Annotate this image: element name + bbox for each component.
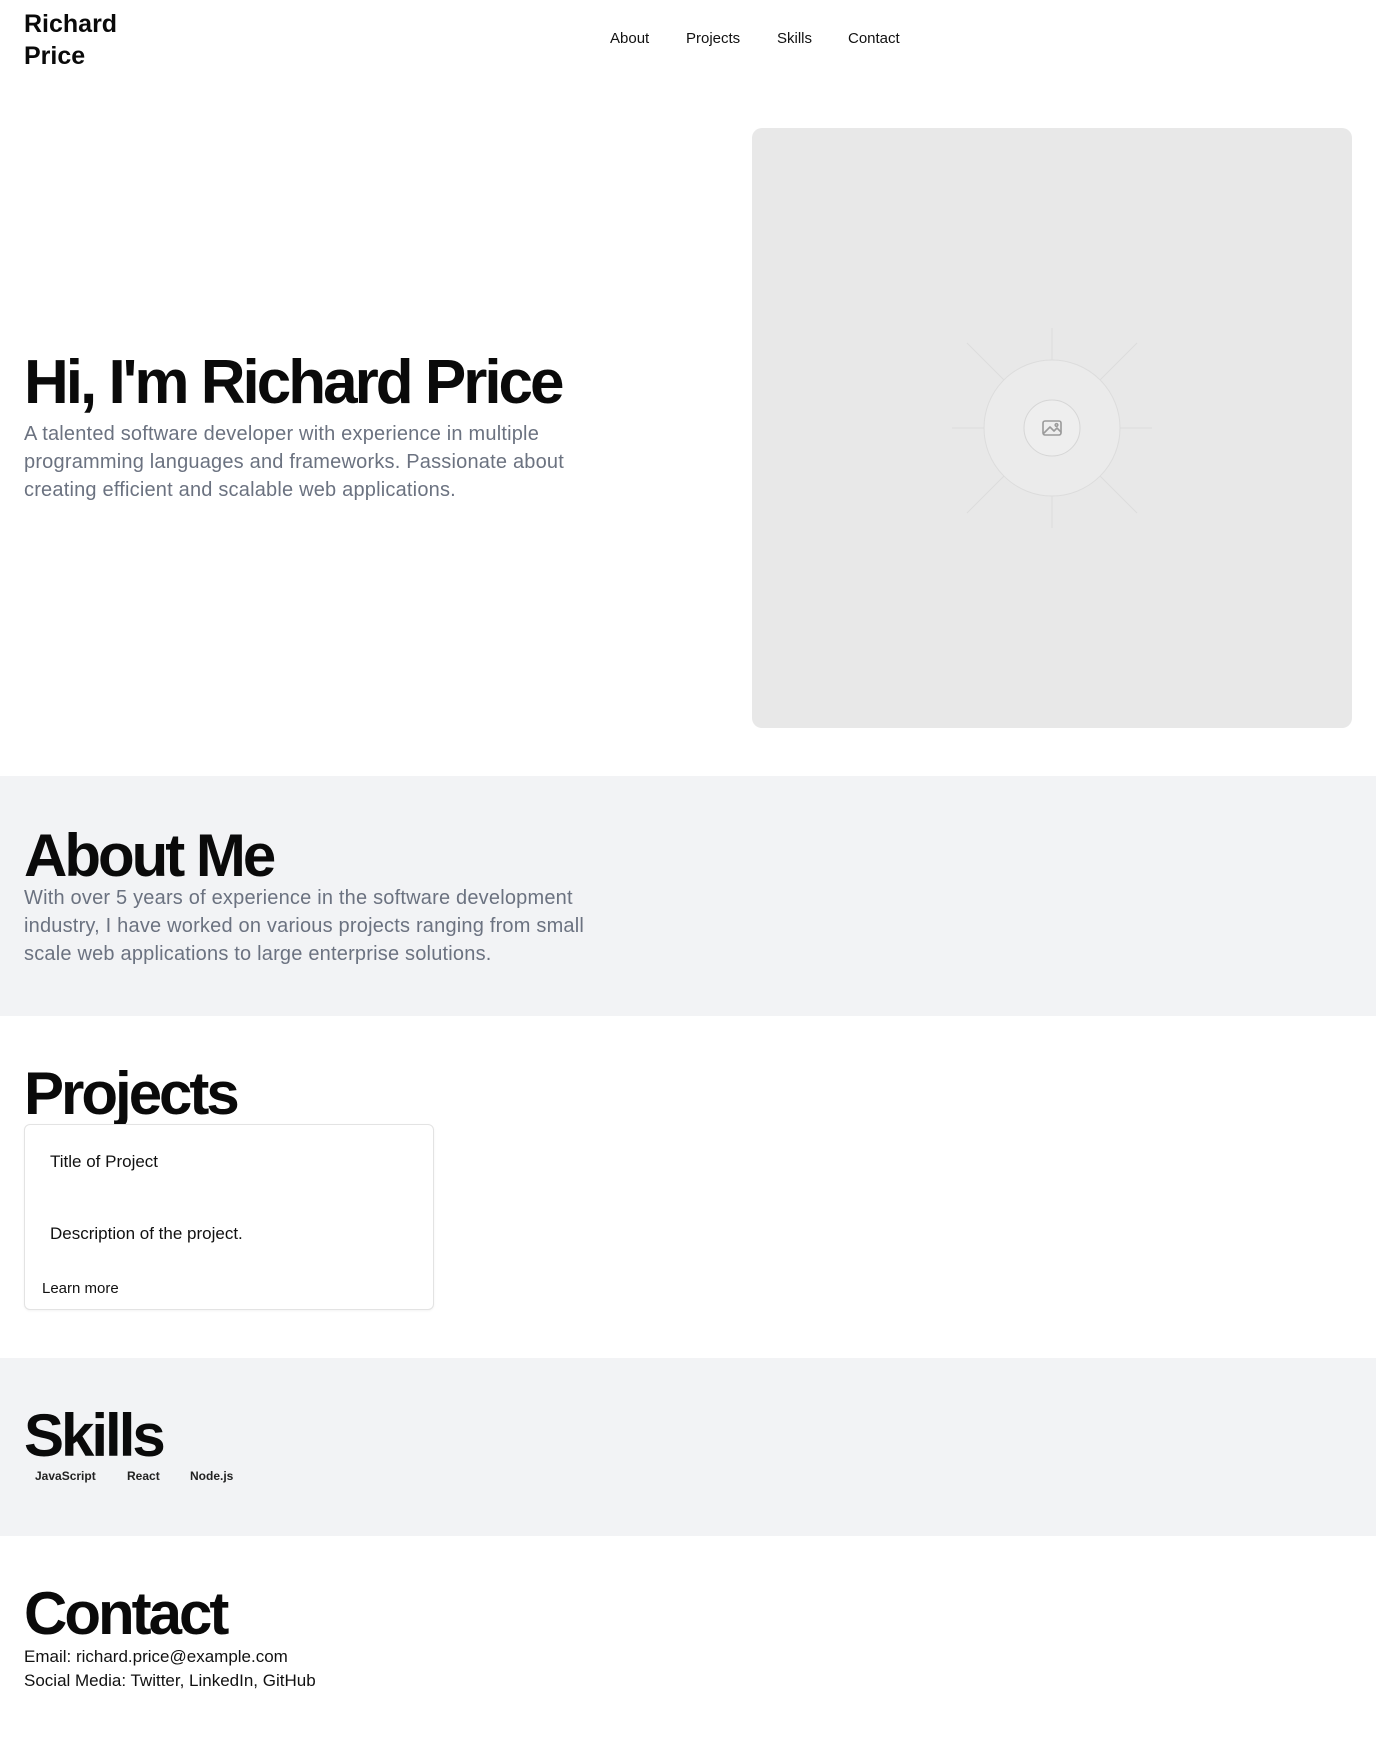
skill-badge-react: React — [127, 1469, 160, 1483]
about-title: About Me — [24, 822, 276, 889]
site-header: Richard Price About Projects Skills Cont… — [0, 0, 1376, 84]
about-section: About Me With over 5 years of experience… — [0, 776, 1376, 1016]
contact-email[interactable]: Email: richard.price@example.com — [24, 1646, 288, 1668]
nav-link-about[interactable]: About — [610, 28, 649, 50]
skill-badge-nodejs: Node.js — [190, 1469, 234, 1483]
skill-badge-javascript: JavaScript — [35, 1469, 96, 1483]
skills-section: Skills JavaScript React Node.js — [0, 1358, 1376, 1536]
skills-title: Skills — [24, 1402, 166, 1469]
projects-title: Projects — [24, 1060, 240, 1127]
image-placeholder-icon — [952, 328, 1152, 528]
hero-title: Hi, I'm Richard Price — [24, 348, 565, 417]
contact-social[interactable]: Social Media: Twitter, LinkedIn, GitHub — [24, 1670, 316, 1692]
project-title: Title of Project — [50, 1152, 159, 1171]
project-description: Description of the project. — [50, 1224, 243, 1243]
contact-title: Contact — [24, 1580, 229, 1647]
learn-more-link[interactable]: Learn more — [42, 1279, 119, 1299]
brand-name[interactable]: Richard Price — [24, 8, 154, 72]
project-card: Title of Project Description of the proj… — [24, 1124, 434, 1310]
nav-link-skills[interactable]: Skills — [777, 28, 812, 50]
hero-subtitle: A talented software developer with exper… — [24, 423, 564, 501]
hero-image-placeholder — [752, 128, 1352, 728]
nav-link-projects[interactable]: Projects — [686, 28, 740, 50]
about-text: With over 5 years of experience in the s… — [24, 887, 585, 965]
nav-link-contact[interactable]: Contact — [848, 28, 900, 50]
